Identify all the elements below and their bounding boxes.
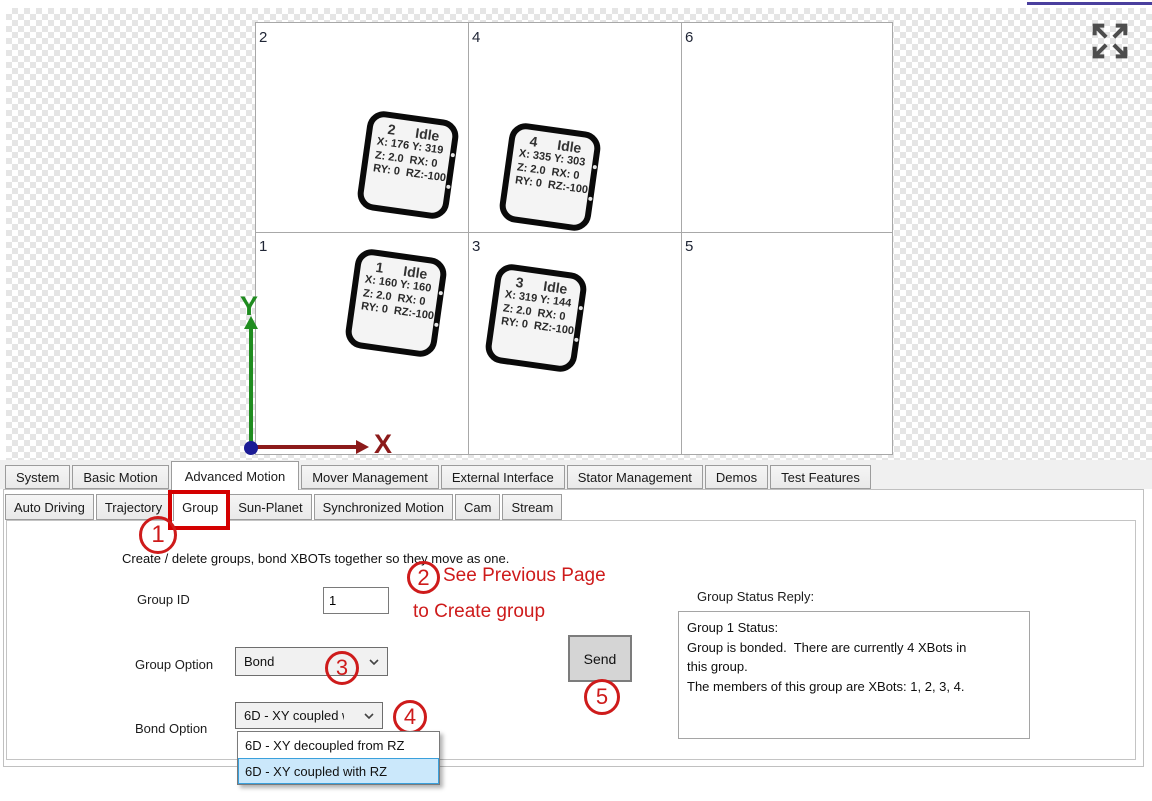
main-tab-bar: System Basic Motion Advanced Motion Move… [5,465,871,490]
tab-group[interactable]: Group [173,492,227,521]
status-line: The members of this group are XBots: 1, … [687,677,1021,697]
bumper-dot [574,338,579,343]
sub-tab-bar: Auto Driving Trajectory Group Sun-Planet… [5,494,562,521]
tab-demos[interactable]: Demos [705,465,768,489]
chevron-down-icon [369,659,387,665]
annotation-step-1: 1 [139,516,177,554]
tab-synchronized-motion[interactable]: Synchronized Motion [314,494,453,520]
grid-line [468,23,469,454]
app-window: 2 4 6 1 3 5 2Idle X: 176 Y: 319 Z: 2.0 R… [0,0,1152,801]
xbot-id: 1 [375,259,385,276]
bond-option-value: 6D - XY coupled w [236,708,344,723]
xbot-id: 2 [387,121,397,138]
cell-label: 2 [259,29,267,46]
annotation-note-line2: to Create group [413,601,545,623]
bumper-dot [588,197,593,202]
bond-option-label: Bond Option [135,721,207,736]
x-axis-arrow-icon [257,445,357,449]
status-line: Group 1 Status: [687,618,1021,638]
page-description: Create / delete groups, bond XBOTs toget… [122,551,509,566]
annotation-step-2: 2 [407,561,440,594]
tab-stator-management[interactable]: Stator Management [567,465,703,489]
bumper-dot [446,185,451,190]
tab-cam[interactable]: Cam [455,494,500,520]
xbot-mover-4[interactable]: 4Idle X: 335 Y: 303 Z: 2.0 RX: 0 RY: 0 R… [497,121,602,233]
group-id-input[interactable] [323,587,389,614]
bumper-dot [450,153,455,158]
origin-point [244,441,258,455]
xbot-mover-2[interactable]: 2Idle X: 176 Y: 319 Z: 2.0 RX: 0 RY: 0 R… [355,109,460,221]
xbot-mover-1[interactable]: 1Idle X: 160 Y: 160 Z: 2.0 RX: 0 RY: 0 R… [343,247,448,359]
tab-test-features[interactable]: Test Features [770,465,871,489]
xbot-id: 3 [515,274,525,291]
cell-label: 5 [685,238,693,255]
cell-label: 1 [259,238,267,255]
cell-label: 3 [472,238,480,255]
chevron-down-icon [364,713,382,719]
tab-stream[interactable]: Stream [502,494,562,520]
xbot-mover-3[interactable]: 3Idle X: 319 Y: 144 Z: 2.0 RX: 0 RY: 0 R… [483,262,588,374]
tab-advanced-motion[interactable]: Advanced Motion [171,461,299,490]
group-option-value: Bond [236,654,274,669]
xbot-id: 4 [529,133,539,150]
dropdown-option-decoupled[interactable]: 6D - XY decoupled from RZ [238,732,439,758]
y-axis-arrow-icon [249,328,253,448]
cell-label: 6 [685,29,693,46]
status-line: this group. [687,657,1021,677]
tab-system[interactable]: System [5,465,70,489]
status-line: Group is bonded. There are currently 4 X… [687,638,1021,658]
group-id-label: Group ID [137,592,190,607]
bumper-dot [592,165,597,170]
bond-option-select[interactable]: 6D - XY coupled w [235,702,383,729]
window-accent-line [1027,2,1152,5]
grid-line [681,23,682,454]
stator-grid [255,22,893,455]
group-option-select[interactable]: Bond [235,647,388,676]
x-axis-arrow-icon [356,440,369,454]
annotation-step-5: 5 [584,679,620,715]
annotation-step-3: 3 [325,651,359,685]
send-button[interactable]: Send [568,635,632,682]
tab-mover-management[interactable]: Mover Management [301,465,439,489]
group-option-label: Group Option [135,657,213,672]
fullscreen-expand-icon[interactable] [1087,18,1133,64]
bumper-dot [438,291,443,296]
stator-viewport: 2 4 6 1 3 5 2Idle X: 176 Y: 319 Z: 2.0 R… [0,0,1152,461]
tab-external-interface[interactable]: External Interface [441,465,565,489]
annotation-step-4: 4 [393,700,427,734]
tab-basic-motion[interactable]: Basic Motion [72,465,168,489]
tab-group-label: Group [182,500,218,515]
tab-sun-planet[interactable]: Sun-Planet [229,494,311,520]
group-status-reply-box[interactable]: Group 1 Status: Group is bonded. There a… [678,611,1030,739]
dropdown-option-coupled[interactable]: 6D - XY coupled with RZ [238,758,439,784]
bond-option-listbox: 6D - XY decoupled from RZ 6D - XY couple… [237,731,440,785]
bumper-dot [578,306,583,311]
annotation-note-line1: See Previous Page [443,565,606,587]
tab-auto-driving[interactable]: Auto Driving [5,494,94,520]
group-status-reply-label: Group Status Reply: [697,589,814,604]
grid-line [256,232,892,233]
bumper-dot [434,323,439,328]
x-axis-label: X [374,429,392,460]
cell-label: 4 [472,29,480,46]
